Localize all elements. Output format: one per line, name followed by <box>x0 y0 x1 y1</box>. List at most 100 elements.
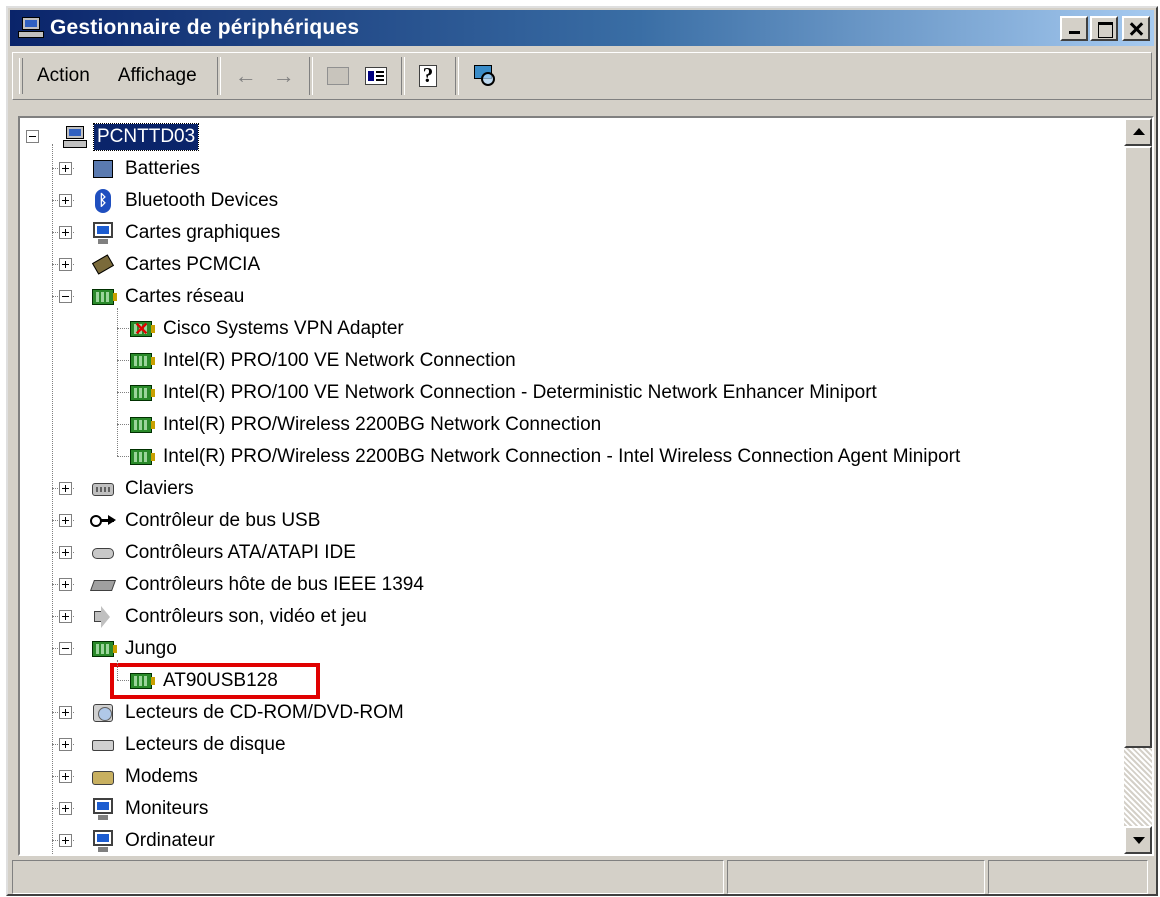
tree-device-label: Cisco Systems VPN Adapter <box>163 318 404 339</box>
tree-category-label: Lecteurs de CD-ROM/DVD-ROM <box>125 702 404 723</box>
scroll-up-button[interactable] <box>1124 118 1152 146</box>
disk-icon <box>90 733 116 757</box>
menu-affichage[interactable]: Affichage <box>104 65 211 87</box>
title-bar[interactable]: Gestionnaire de périphériques <box>10 10 1154 46</box>
up-folder-icon[interactable] <box>322 60 354 92</box>
tree-category-label: Lecteurs de disque <box>125 734 286 755</box>
ieee1394-icon <box>89 573 117 597</box>
tree-root-computer[interactable]: PCNTTD03 <box>62 122 200 152</box>
tree-category-item[interactable]: Contrôleurs son, vidéo et jeu <box>90 602 370 632</box>
computer-icon <box>62 125 88 149</box>
keyboard-icon <box>90 477 116 501</box>
tree-category-label: Contrôleurs ATA/ATAPI IDE <box>125 542 356 563</box>
expand-toggle[interactable] <box>59 546 72 559</box>
tree-connector-vertical <box>52 144 53 854</box>
expand-toggle[interactable] <box>59 514 72 527</box>
scroll-thumb[interactable] <box>1124 146 1152 748</box>
highlight-box <box>110 663 320 699</box>
tree-category-label: Contrôleurs hôte de bus IEEE 1394 <box>125 574 424 595</box>
tree-device-item[interactable]: ✕ Cisco Systems VPN Adapter <box>128 314 407 344</box>
status-panel-3 <box>988 860 1148 894</box>
tree-connector-vertical <box>117 308 118 456</box>
expand-toggle[interactable] <box>59 770 72 783</box>
network-card-icon <box>128 381 155 405</box>
expand-toggle[interactable] <box>59 194 72 207</box>
tree-category-item[interactable]: Batteries <box>90 154 203 184</box>
collapse-toggle[interactable] <box>26 130 39 143</box>
tree-category-item[interactable]: Contrôleur de bus USB <box>90 506 323 536</box>
network-card-error-icon: ✕ <box>128 317 155 341</box>
toolbar-separator <box>216 57 221 95</box>
toolbar-separator <box>308 57 313 95</box>
collapse-toggle[interactable] <box>59 290 72 303</box>
window-title: Gestionnaire de périphériques <box>50 16 360 39</box>
expand-toggle[interactable] <box>59 610 72 623</box>
tree-category-item[interactable]: Contrôleurs ATA/ATAPI IDE <box>90 538 359 568</box>
vertical-scrollbar[interactable] <box>1124 118 1152 854</box>
tree-device-item[interactable]: Intel(R) PRO/Wireless 2200BG Network Con… <box>128 442 963 472</box>
back-arrow-icon[interactable]: ← <box>230 60 262 92</box>
expand-toggle[interactable] <box>59 162 72 175</box>
tree-category-item[interactable]: Claviers <box>90 474 197 504</box>
tree-category-item[interactable]: Contrôleurs hôte de bus IEEE 1394 <box>89 570 427 600</box>
status-bar <box>12 860 1152 894</box>
network-card-icon <box>128 413 155 437</box>
expand-toggle[interactable] <box>59 258 72 271</box>
scroll-down-button[interactable] <box>1124 826 1152 854</box>
device-tree: PCNTTD03 Batteries ᛒ Bluetooth Devices Carte… <box>20 118 1124 854</box>
tree-category-label: Cartes réseau <box>125 286 245 307</box>
tree-device-item[interactable]: Intel(R) PRO/100 VE Network Connection -… <box>128 378 880 408</box>
maximize-button[interactable] <box>1090 16 1118 41</box>
tree-category-item[interactable]: Moniteurs <box>90 794 211 824</box>
tree-root-label: PCNTTD03 <box>92 123 200 151</box>
tree-device-label: Intel(R) PRO/100 VE Network Connection <box>163 350 516 371</box>
tree-device-label: Intel(R) PRO/Wireless 2200BG Network Con… <box>163 414 602 435</box>
tree-category-item[interactable]: Cartes PCMCIA <box>90 250 263 280</box>
collapse-toggle[interactable] <box>59 642 72 655</box>
tree-category-item[interactable]: Lecteurs de CD-ROM/DVD-ROM <box>90 698 407 728</box>
tree-category-label: Contrôleurs son, vidéo et jeu <box>125 606 367 627</box>
monitor-icon <box>90 829 116 853</box>
tree-category-label: Cartes graphiques <box>125 222 281 243</box>
network-card-icon <box>90 637 117 661</box>
tree-category-label: Moniteurs <box>125 798 209 819</box>
caption-buttons <box>1058 16 1150 41</box>
tree-device-item[interactable]: Intel(R) PRO/Wireless 2200BG Network Con… <box>128 410 604 440</box>
expand-toggle[interactable] <box>59 578 72 591</box>
expand-toggle[interactable] <box>59 706 72 719</box>
tree-category-item[interactable]: Jungo <box>90 634 180 664</box>
tree-category-item[interactable]: Cartes graphiques <box>90 218 283 248</box>
tree-category-label: Claviers <box>125 478 194 499</box>
tree-category-item[interactable]: Cartes réseau <box>90 282 247 312</box>
tree-category-label: Batteries <box>125 158 200 179</box>
tree-device-item[interactable]: Intel(R) PRO/100 VE Network Connection <box>128 346 519 376</box>
close-button[interactable] <box>1122 16 1150 41</box>
properties-icon[interactable] <box>360 60 392 92</box>
menu-action[interactable]: Action <box>23 65 104 87</box>
cdrom-icon <box>90 701 116 725</box>
tree-category-label: Ordinateur <box>125 830 215 851</box>
tree-category-item[interactable]: Modems <box>90 762 201 792</box>
expand-toggle[interactable] <box>59 738 72 751</box>
tree-device-label: Intel(R) PRO/Wireless 2200BG Network Con… <box>163 446 961 467</box>
network-card-icon <box>128 445 155 469</box>
expand-toggle[interactable] <box>59 482 72 495</box>
help-icon[interactable]: ? <box>414 60 446 92</box>
monitor-icon <box>90 221 116 245</box>
toolbar: Action Affichage ← → ? <box>12 52 1152 100</box>
forward-arrow-icon[interactable]: → <box>268 60 300 92</box>
scan-hardware-icon[interactable] <box>468 60 500 92</box>
minimize-button[interactable] <box>1060 16 1088 41</box>
toolbar-separator <box>400 57 405 95</box>
expand-toggle[interactable] <box>59 834 72 847</box>
expand-toggle[interactable] <box>59 802 72 815</box>
status-panel-2 <box>727 860 985 894</box>
tree-category-item[interactable]: Lecteurs de disque <box>90 730 289 760</box>
sound-icon <box>90 605 116 629</box>
modem-icon <box>90 765 116 789</box>
tree-category-item[interactable]: Ordinateur <box>90 826 218 854</box>
expand-toggle[interactable] <box>59 226 72 239</box>
tree-category-label: Cartes PCMCIA <box>125 254 261 275</box>
tree-category-item[interactable]: ᛒ Bluetooth Devices <box>90 186 281 216</box>
monitor-icon <box>90 797 116 821</box>
